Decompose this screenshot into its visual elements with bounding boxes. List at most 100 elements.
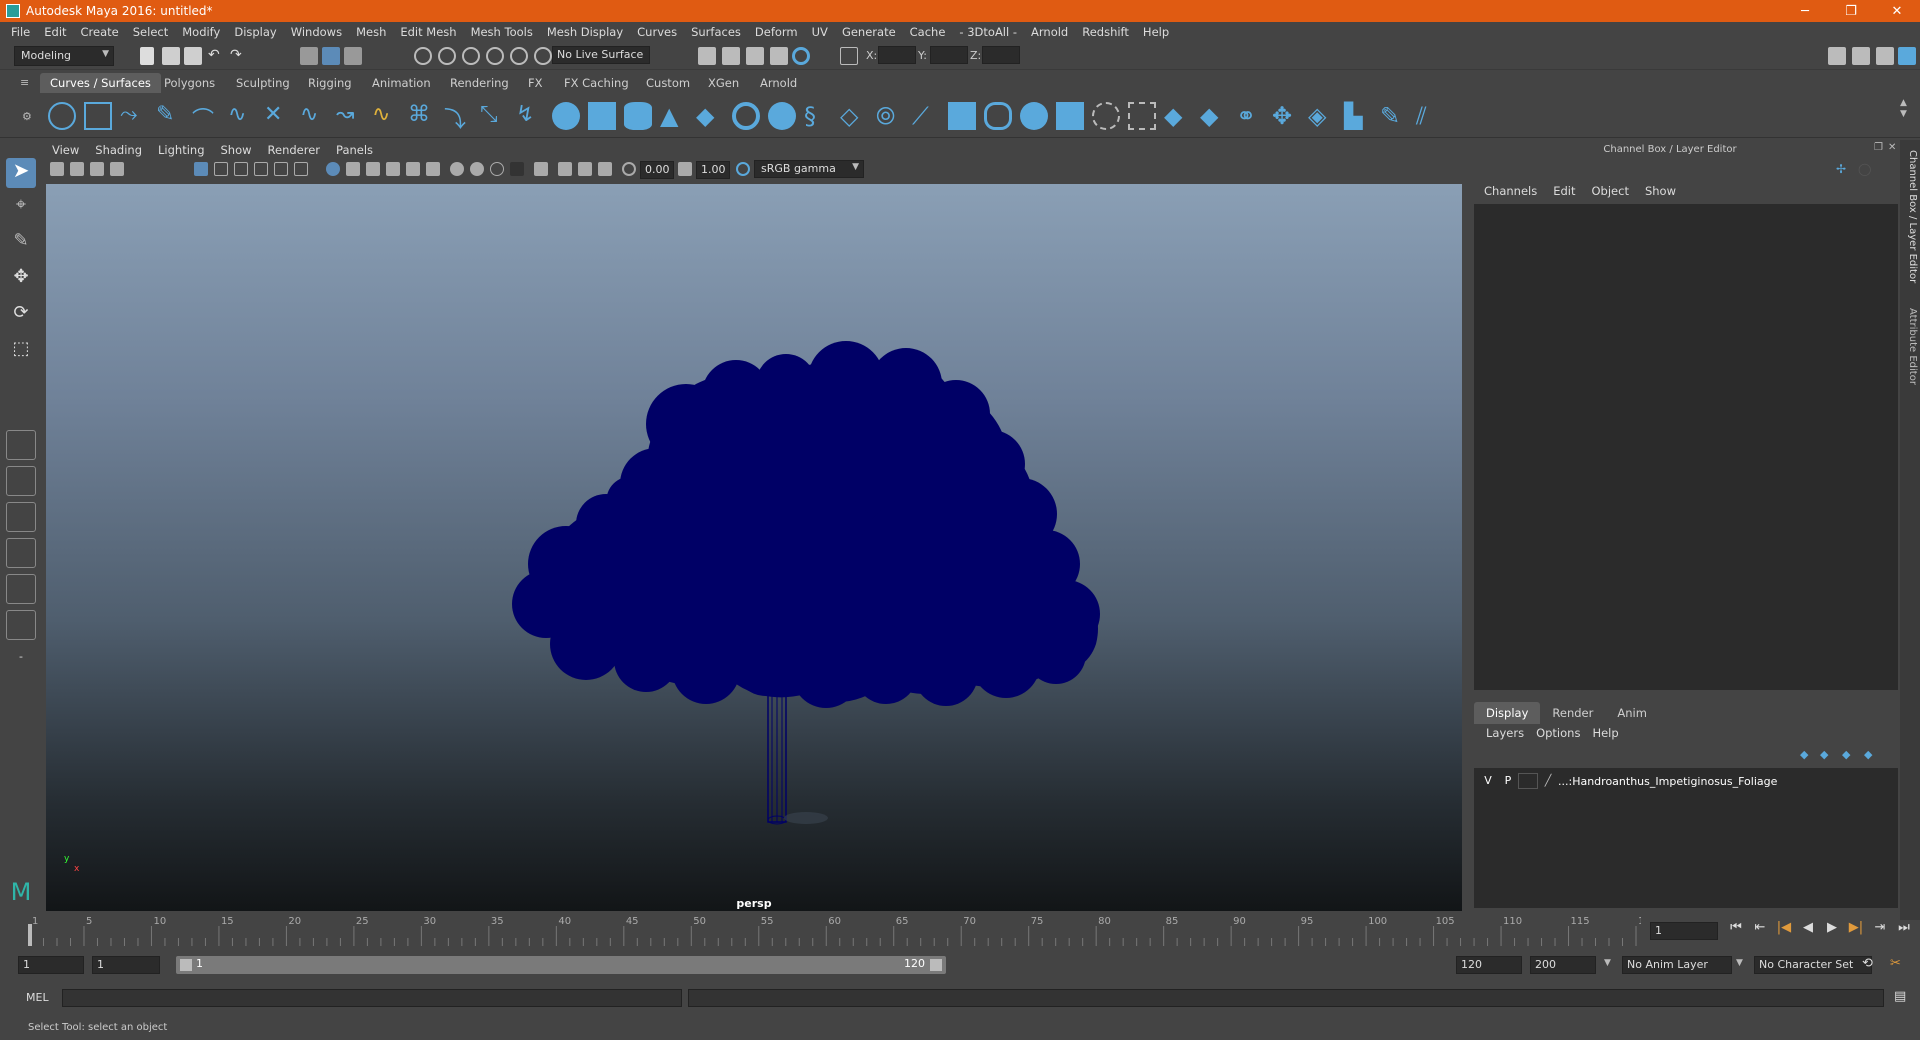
xray-joints-icon[interactable] [578, 162, 592, 176]
time-slider[interactable]: 1 5 10 15 20 25 30 35 40 45 50 55 60 65 70 75 80 85 90 95 10… [26, 914, 1641, 948]
viewport-menu-view[interactable]: View [44, 143, 87, 159]
persp-graph-layout-icon[interactable] [6, 538, 36, 568]
nurbs-sphere-icon[interactable] [552, 102, 580, 130]
manipulator-icon[interactable]: ✢ [1836, 162, 1846, 176]
new-layer-icon[interactable]: ◆ [1842, 748, 1850, 761]
detach-curves-icon[interactable]: ✕ [264, 102, 292, 130]
image-plane-icon[interactable] [110, 162, 124, 176]
viewport-3d-canvas[interactable]: y x persp [46, 184, 1462, 911]
tab-curves-surfaces[interactable]: Curves / Surfaces [40, 73, 161, 93]
wireframe-on-shaded-icon[interactable] [366, 162, 380, 176]
rotate-tool-icon[interactable]: ⟳ [6, 302, 36, 332]
tab-render[interactable]: Render [1540, 702, 1605, 724]
menu-mesh-tools[interactable]: Mesh Tools [464, 25, 540, 39]
motion-blur-icon[interactable] [470, 162, 484, 176]
depth-of-field-icon[interactable] [510, 162, 524, 176]
sculpt-geometry-icon[interactable]: ✎ [1380, 102, 1408, 130]
nurbs-circle-icon[interactable] [48, 102, 76, 130]
tab-custom[interactable]: Custom [636, 73, 700, 93]
menu-deform[interactable]: Deform [748, 25, 805, 39]
offset-curve-icon[interactable]: ∿ [372, 102, 400, 130]
shelf-scroll-icon[interactable]: ▲ ▼ [1900, 98, 1907, 120]
menu-cache[interactable]: Cache [903, 25, 953, 39]
minimize-button[interactable]: ─ [1782, 4, 1828, 19]
menuset-dropdown[interactable]: Modeling ▼ [14, 46, 114, 66]
tool-settings-toggle-icon[interactable] [1876, 47, 1894, 65]
channel-box-toggle-icon[interactable] [1898, 47, 1916, 65]
scale-tool-icon[interactable]: ⬚ [6, 338, 36, 368]
viewport-menu-panels[interactable]: Panels [328, 143, 381, 159]
persp-outliner-layout-icon[interactable] [6, 502, 36, 532]
snap-view-plane-icon[interactable] [486, 47, 504, 65]
save-scene-icon[interactable] [184, 47, 202, 65]
render-settings-icon[interactable] [770, 47, 788, 65]
curve-edit-icon[interactable]: ⤡ [480, 102, 508, 130]
open-close-surfaces-icon[interactable]: ⚭ [1236, 102, 1264, 130]
viewport-menu-shading[interactable]: Shading [87, 143, 150, 159]
animation-end-field[interactable]: 200 [1530, 956, 1596, 974]
xray-icon[interactable] [558, 162, 572, 176]
channel-box-body[interactable] [1474, 204, 1898, 690]
birail-icon[interactable]: ⟋ [912, 102, 940, 130]
playback-start-field[interactable]: 1 [92, 956, 160, 974]
menu-uv[interactable]: UV [805, 25, 835, 39]
range-slider-end-handle[interactable] [930, 959, 942, 971]
go-to-start-icon[interactable]: ⏮ [1726, 920, 1746, 940]
select-object-icon[interactable] [322, 47, 340, 65]
project-curve-icon[interactable] [984, 102, 1012, 130]
step-forward-key-icon[interactable]: ⇥ [1870, 920, 1890, 940]
animation-preferences-icon[interactable]: ✂ [1890, 956, 1901, 971]
menu-windows[interactable]: Windows [284, 25, 349, 39]
transform-constraint-icon[interactable] [840, 47, 858, 65]
field-chart-icon[interactable] [274, 162, 288, 176]
side-tab-channel-box[interactable]: Channel Box / Layer Editor [1902, 150, 1918, 290]
camera-select-icon[interactable] [70, 162, 84, 176]
film-gate-icon[interactable] [214, 162, 228, 176]
edit-menu[interactable]: Edit [1545, 184, 1583, 198]
menu-3dtoall[interactable]: - 3DtoAll - [952, 25, 1024, 39]
move-layer-up-icon[interactable]: ◆ [1800, 748, 1808, 761]
extrude-icon[interactable]: ⦾ [876, 102, 904, 130]
shelf-menu-icon[interactable]: ≡ [20, 76, 29, 89]
insert-isoparms-icon[interactable]: ✥ [1272, 102, 1300, 130]
rebuild-surface-icon[interactable]: ▙ [1344, 102, 1372, 130]
wireframe-shading-icon[interactable] [326, 162, 340, 176]
move-tool-icon[interactable]: ✥ [6, 266, 36, 296]
object-menu[interactable]: Object [1584, 184, 1637, 198]
menu-modify[interactable]: Modify [175, 25, 227, 39]
menu-mesh[interactable]: Mesh [349, 25, 393, 39]
command-input[interactable] [62, 989, 682, 1007]
options-menu[interactable]: Options [1530, 726, 1586, 740]
paint-select-tool-icon[interactable]: ✎ [6, 230, 36, 260]
shelf-options-icon[interactable]: ⚙ [22, 110, 32, 123]
exposure-icon[interactable] [622, 162, 636, 176]
tab-anim[interactable]: Anim [1605, 702, 1659, 724]
use-lights-icon[interactable] [406, 162, 420, 176]
tab-rendering[interactable]: Rendering [440, 73, 519, 93]
surface-editing-icon[interactable]: ⫽ [1416, 102, 1444, 130]
go-to-end-icon[interactable]: ⏭ [1894, 920, 1914, 940]
bookmark-icon[interactable] [90, 162, 104, 176]
snap-curve-icon[interactable] [438, 47, 456, 65]
select-tool-icon[interactable]: ➤ [6, 158, 36, 188]
layer-playback-toggle[interactable]: P [1498, 773, 1518, 789]
chevron-down-icon[interactable]: ▼ [1604, 958, 1611, 968]
exposure-field[interactable]: 0.00 [640, 161, 674, 179]
safe-action-icon[interactable] [294, 162, 308, 176]
menu-file[interactable]: File [4, 25, 37, 39]
menu-display[interactable]: Display [227, 25, 283, 39]
extend-curve-icon[interactable]: ↝ [336, 102, 364, 130]
resolution-gate-icon[interactable] [234, 162, 248, 176]
ipr-render-icon[interactable] [746, 47, 764, 65]
attribute-editor-toggle-icon[interactable] [1852, 47, 1870, 65]
camera-attributes-icon[interactable] [50, 162, 64, 176]
help-menu[interactable]: Help [1586, 726, 1624, 740]
tab-fx[interactable]: FX [518, 73, 553, 93]
auto-key-icon[interactable]: ⟲ [1862, 956, 1873, 971]
x-field[interactable] [878, 46, 916, 64]
persp-hypershade-layout-icon[interactable] [6, 574, 36, 604]
snap-live-icon[interactable] [510, 47, 528, 65]
colorspace-dropdown[interactable]: sRGB gamma ▼ [754, 160, 864, 178]
extend-surface-icon[interactable]: ◈ [1308, 102, 1336, 130]
menu-generate[interactable]: Generate [835, 25, 903, 39]
